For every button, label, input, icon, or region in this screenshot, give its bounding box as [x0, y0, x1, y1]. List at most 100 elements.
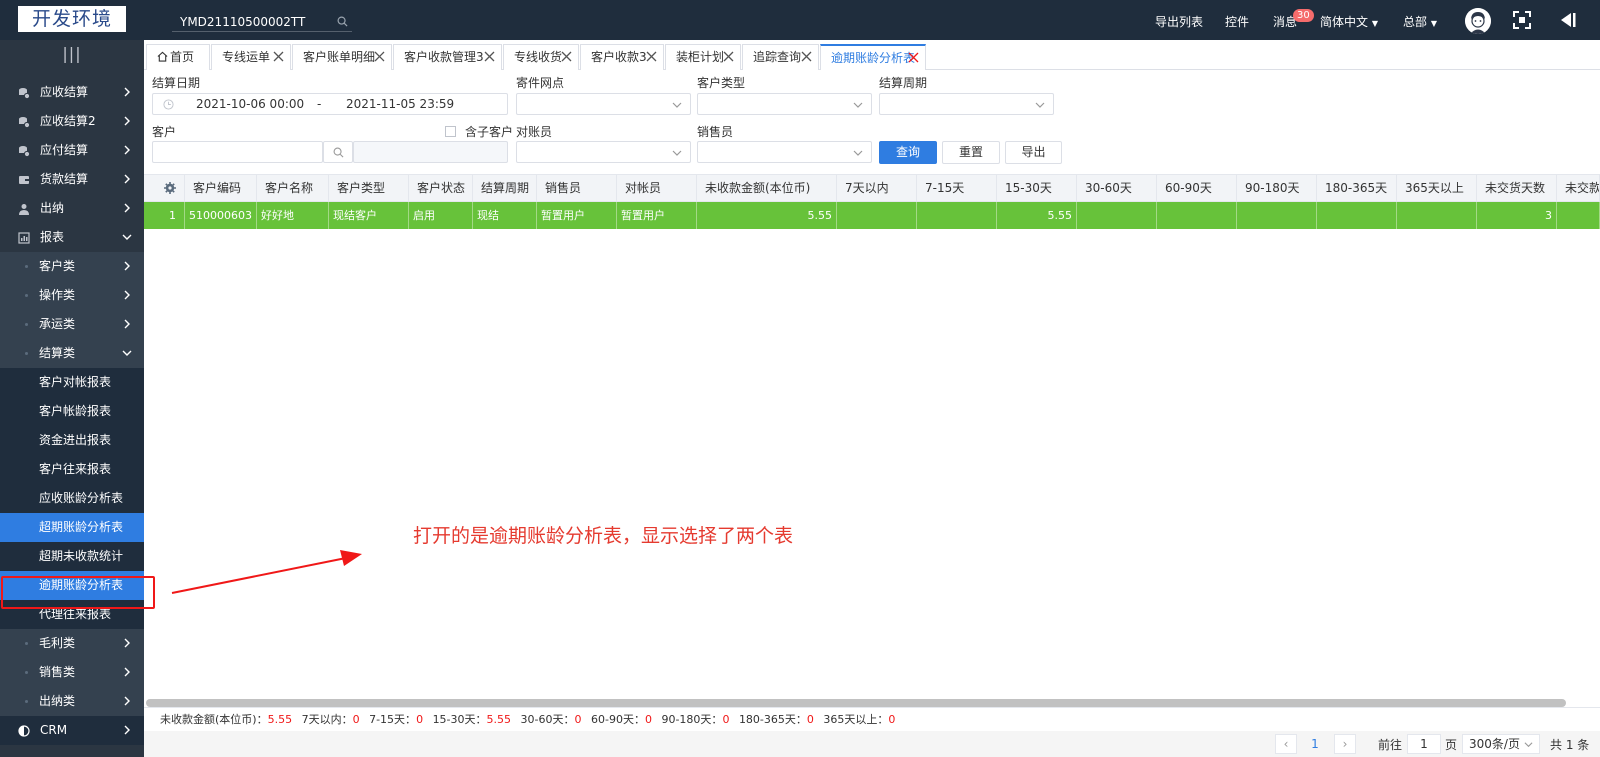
tab-customer-bill[interactable]: 客户账单明细	[292, 44, 392, 70]
sidebar-leaf-customer-reconcile[interactable]: 客户对帐报表	[0, 368, 144, 397]
tab-loading-plan[interactable]: 装柜计划	[665, 44, 741, 70]
sidebar-item-label: 客户对帐报表	[39, 375, 112, 389]
horizontal-scrollbar[interactable]	[146, 699, 1566, 707]
sidebar-item-goods-payment[interactable]: 货款结算	[0, 165, 144, 194]
column-header[interactable]: 未收款金额(本位币)	[697, 175, 837, 202]
close-icon[interactable]	[908, 52, 919, 63]
tab-tracking[interactable]: 追踪查询	[742, 44, 819, 70]
close-icon[interactable]	[273, 51, 284, 62]
column-header[interactable]: 客户编码	[185, 175, 257, 202]
reconciler-select[interactable]	[516, 141, 691, 163]
sidebar-sub-customer[interactable]: 客户类	[0, 252, 144, 281]
column-header[interactable]: 15-30天	[997, 175, 1077, 202]
sidebar-item-crm[interactable]: CRM	[0, 716, 144, 745]
sidebar-item-cashier[interactable]: 出纳	[0, 194, 144, 223]
summary-value: 0	[644, 713, 652, 726]
customer-input[interactable]	[152, 141, 323, 163]
column-header[interactable]: 60-90天	[1157, 175, 1237, 202]
column-header[interactable]: 结算周期	[473, 175, 537, 202]
column-header[interactable]: 未交款天	[1557, 175, 1600, 202]
column-header[interactable]: 30-60天	[1077, 175, 1157, 202]
salesperson-select[interactable]	[697, 141, 872, 163]
tab-customer-receipt-mgmt[interactable]: 客户收款管理3	[393, 44, 502, 70]
summary-value: 0	[352, 713, 360, 726]
sidebar-sub-carrier[interactable]: 承运类	[0, 310, 144, 339]
bullet-icon	[25, 265, 28, 268]
table-row[interactable]: 1 510000603 好好地 现结客户 启用 现结 暂置用户 暂置用户 5.5…	[144, 202, 1600, 229]
column-header[interactable]: 客户状态	[409, 175, 473, 202]
sidebar-leaf-overdue-aging[interactable]: 超期账龄分析表	[0, 513, 144, 542]
bullet-icon	[25, 671, 28, 674]
export-list-link[interactable]: 导出列表	[1155, 13, 1203, 30]
sidebar-leaf-fund-flow[interactable]: 资金进出报表	[0, 426, 144, 455]
settle-cycle-select[interactable]	[879, 93, 1054, 115]
close-icon[interactable]	[801, 51, 812, 62]
column-header[interactable]: 对帐员	[617, 175, 697, 202]
settle-date-range[interactable]: 2021-10-06 00:00 - 2021-11-05 23:59	[152, 93, 508, 115]
sidebar-leaf-overdue-unpaid[interactable]: 超期未收款统计	[0, 542, 144, 571]
close-icon[interactable]	[561, 51, 572, 62]
sidebar-item-reports[interactable]: 报表	[0, 223, 144, 252]
date-start[interactable]: 2021-10-06 00:00	[196, 97, 304, 111]
sidebar-item-receivable-2[interactable]: 应收结算2	[0, 107, 144, 136]
close-icon[interactable]	[646, 51, 657, 62]
clock-icon	[163, 99, 174, 110]
column-header[interactable]: 7天以内	[837, 175, 917, 202]
goto-page-input[interactable]: 1	[1407, 734, 1441, 754]
page-number[interactable]: 1	[1304, 734, 1326, 754]
column-header[interactable]: 客户类型	[329, 175, 409, 202]
column-header[interactable]: 90-180天	[1237, 175, 1317, 202]
sidebar-item-payable[interactable]: 应付结算	[0, 136, 144, 165]
search-icon[interactable]	[337, 16, 348, 27]
include-sub-checkbox[interactable]	[445, 126, 456, 137]
column-header[interactable]: 180-365天	[1317, 175, 1397, 202]
tab-customer-receipt[interactable]: 客户收款3	[580, 44, 664, 70]
close-icon[interactable]	[484, 51, 495, 62]
collapse-panel-icon[interactable]	[1558, 11, 1576, 29]
tab-receiving[interactable]: 专线收货	[503, 44, 579, 70]
tab-past-due-aging[interactable]: 逾期账龄分析表	[820, 44, 926, 70]
column-header[interactable]: 365天以上	[1397, 175, 1477, 202]
plugins-link[interactable]: 控件	[1225, 13, 1249, 30]
send-point-select[interactable]	[516, 93, 691, 115]
column-header[interactable]: 未交货天数	[1477, 175, 1557, 202]
column-header[interactable]: 销售员	[537, 175, 617, 202]
gear-icon[interactable]	[164, 182, 176, 194]
chevron-right-icon	[124, 261, 130, 271]
waybill-search-input[interactable]	[172, 12, 322, 32]
close-icon[interactable]	[374, 51, 385, 62]
tab-label: 客户账单明细	[303, 50, 376, 64]
sidebar-sub-settlement[interactable]: 结算类	[0, 339, 144, 368]
language-select[interactable]: 简体中文 ▼	[1320, 13, 1378, 30]
close-icon[interactable]	[723, 51, 734, 62]
query-button[interactable]: 查询	[879, 141, 937, 164]
column-header[interactable]: 7-15天	[917, 175, 997, 202]
sidebar-leaf-customer-transactions[interactable]: 客户往来报表	[0, 455, 144, 484]
customer-type-select[interactable]	[697, 93, 872, 115]
sidebar-leaf-receivable-aging[interactable]: 应收账龄分析表	[0, 484, 144, 513]
sidebar-item-receivable[interactable]: 应收结算	[0, 78, 144, 107]
org-select[interactable]: 总部 ▼	[1403, 13, 1437, 30]
page-size-select[interactable]: 300条/页	[1462, 734, 1540, 754]
customer-search-button[interactable]	[323, 141, 353, 163]
prev-page-button[interactable]: ‹	[1275, 734, 1297, 754]
column-header[interactable]: 客户名称	[257, 175, 329, 202]
export-button[interactable]: 导出	[1005, 141, 1062, 164]
chevron-down-icon	[1035, 102, 1045, 108]
fullscreen-icon[interactable]	[1513, 11, 1531, 29]
sidebar-sub-gross-profit[interactable]: 毛利类	[0, 629, 144, 658]
sidebar-leaf-customer-aging[interactable]: 客户帐龄报表	[0, 397, 144, 426]
user-avatar[interactable]	[1465, 8, 1491, 34]
next-page-button[interactable]: ›	[1334, 734, 1356, 754]
summary-label: 365天以上：	[823, 713, 889, 726]
sidebar-sub-cashier[interactable]: 出纳类	[0, 687, 144, 716]
date-end[interactable]: 2021-11-05 23:59	[346, 97, 454, 111]
sidebar-toggle[interactable]: |||	[0, 40, 144, 68]
tab-waybill[interactable]: 专线运单	[211, 44, 291, 70]
sidebar-item-label: 客户往来报表	[39, 462, 112, 476]
include-sub-label: 含子客户	[465, 125, 514, 139]
sidebar-sub-sales[interactable]: 销售类	[0, 658, 144, 687]
tab-home[interactable]: 首页	[146, 44, 210, 70]
sidebar-sub-operation[interactable]: 操作类	[0, 281, 144, 310]
reset-button[interactable]: 重置	[942, 141, 1000, 164]
